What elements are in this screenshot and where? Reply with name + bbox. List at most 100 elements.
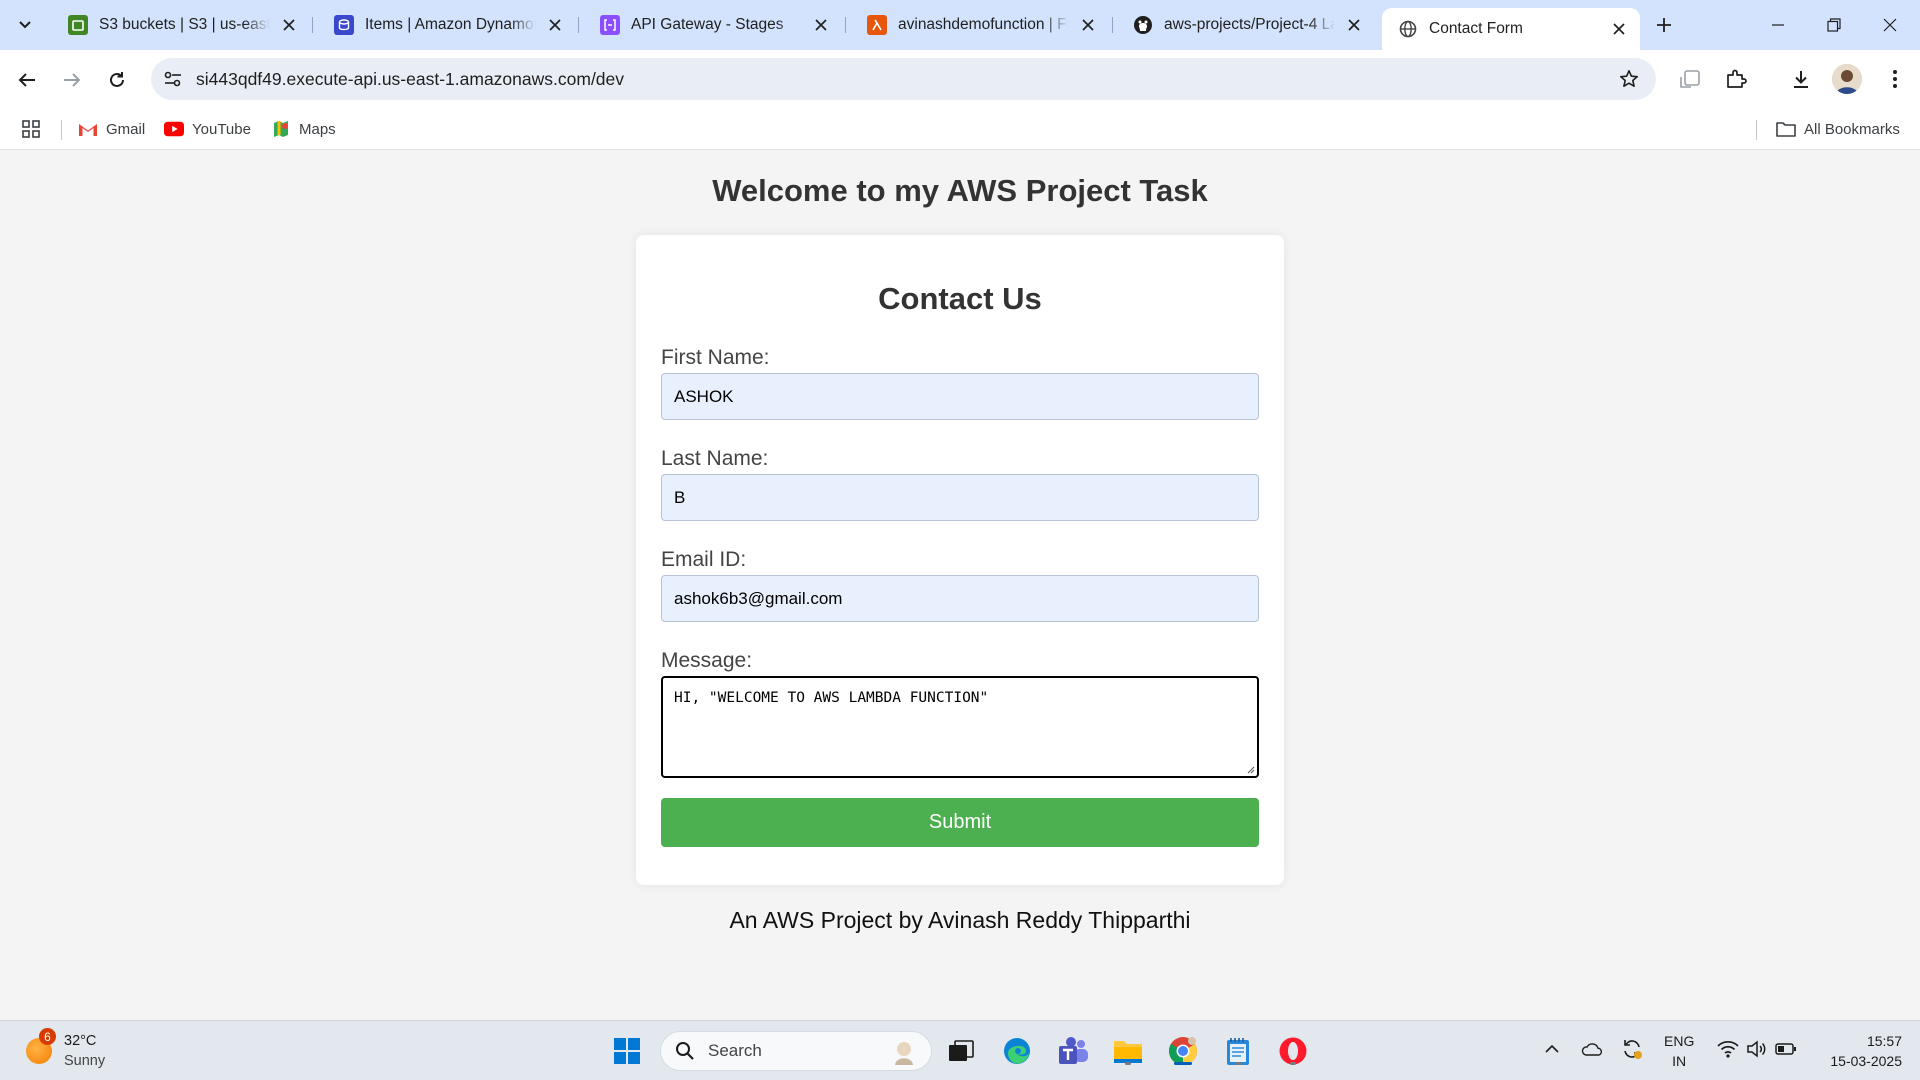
taskbar-edge[interactable] bbox=[999, 1033, 1035, 1069]
tab-lambda-function[interactable]: avinashdemofunction | Functions bbox=[851, 8, 1109, 42]
bookmarks-bar: Gmail YouTube Maps All Bookmarks bbox=[0, 108, 1920, 150]
message-label: Message: bbox=[661, 649, 753, 672]
tab-dynamodb-items[interactable]: Items | Amazon DynamoDB bbox=[318, 8, 576, 42]
search-highlight-icon bbox=[895, 1042, 913, 1065]
first-name-input[interactable]: ASHOK bbox=[661, 373, 1259, 420]
back-button[interactable] bbox=[12, 65, 42, 95]
s3-icon bbox=[68, 15, 88, 35]
close-icon[interactable] bbox=[1079, 16, 1097, 34]
email-label: Email ID: bbox=[661, 548, 747, 571]
clock-time: 15:57 bbox=[1866, 1033, 1902, 1049]
folder-icon bbox=[1776, 120, 1796, 138]
download-icon bbox=[1794, 71, 1808, 88]
cast-button[interactable] bbox=[1675, 64, 1705, 94]
forward-button[interactable] bbox=[57, 65, 87, 95]
battery-button[interactable] bbox=[1772, 1035, 1800, 1063]
folder-icon bbox=[1114, 1041, 1142, 1063]
tab-divider bbox=[312, 17, 313, 33]
page-content: Welcome to my AWS Project Task Contact U… bbox=[0, 151, 1920, 1021]
tab-api-gateway-stages[interactable]: API Gateway - Stages bbox=[584, 8, 842, 42]
kebab-menu-icon bbox=[1893, 70, 1897, 88]
start-button[interactable] bbox=[609, 1033, 645, 1069]
tab-s3-buckets[interactable]: S3 buckets | S3 | us-east-1 bbox=[52, 8, 310, 42]
email-input[interactable]: ashok6b3@gmail.com bbox=[661, 575, 1259, 622]
tab-github-project[interactable]: aws-projects/Project-4 Lambda bbox=[1117, 8, 1375, 42]
input-language-indicator[interactable]: ENG IN bbox=[1664, 1031, 1694, 1071]
globe-icon bbox=[1398, 19, 1418, 39]
close-icon[interactable] bbox=[546, 16, 564, 34]
bookmark-label: Maps bbox=[299, 120, 336, 138]
all-bookmarks-label: All Bookmarks bbox=[1804, 120, 1900, 138]
taskbar-teams[interactable] bbox=[1055, 1033, 1091, 1069]
edge-icon bbox=[1004, 1038, 1030, 1064]
contact-form-card: Contact Us First Name: ASHOK Last Name: … bbox=[636, 235, 1284, 885]
taskbar-notepad[interactable] bbox=[1220, 1033, 1256, 1069]
close-icon[interactable] bbox=[812, 16, 830, 34]
avatar-icon bbox=[1832, 64, 1862, 94]
bookmark-youtube[interactable]: YouTube bbox=[164, 116, 251, 142]
close-icon[interactable] bbox=[1610, 20, 1628, 38]
close-window-button[interactable] bbox=[1862, 0, 1918, 50]
submit-button[interactable]: Submit bbox=[661, 798, 1259, 847]
tab-title: aws-projects/Project-4 Lambda bbox=[1164, 16, 1335, 33]
resize-handle-icon[interactable] bbox=[1246, 765, 1255, 774]
extensions-button[interactable] bbox=[1721, 64, 1751, 94]
bookmarks-divider bbox=[1756, 120, 1757, 140]
close-icon[interactable] bbox=[280, 16, 298, 34]
weather-widget[interactable]: 6 32°C Sunny bbox=[26, 1028, 106, 1071]
tab-contact-form[interactable]: Contact Form bbox=[1382, 8, 1640, 50]
tab-divider bbox=[845, 17, 846, 33]
bookmark-label: YouTube bbox=[192, 120, 251, 138]
restore-icon bbox=[1827, 18, 1841, 32]
message-textarea[interactable]: HI, "WELCOME TO AWS LAMBDA FUNCTION" bbox=[661, 676, 1259, 778]
tab-title: avinashdemofunction | Functions bbox=[898, 16, 1069, 33]
bookmark-star-icon[interactable] bbox=[1618, 68, 1640, 90]
downloads-button[interactable] bbox=[1786, 64, 1816, 94]
last-name-input[interactable]: B bbox=[661, 474, 1259, 521]
restore-button[interactable] bbox=[1806, 0, 1862, 50]
taskbar-file-explorer[interactable] bbox=[1110, 1033, 1146, 1069]
bookmark-maps[interactable]: Maps bbox=[271, 116, 336, 142]
apps-button[interactable] bbox=[21, 116, 49, 142]
taskbar-chrome[interactable] bbox=[1165, 1033, 1201, 1069]
weather-temp: 32°C bbox=[64, 1033, 97, 1049]
bookmark-gmail[interactable]: Gmail bbox=[78, 116, 145, 142]
new-tab-button[interactable] bbox=[1650, 11, 1678, 39]
github-icon bbox=[1133, 15, 1153, 35]
network-button[interactable] bbox=[1714, 1035, 1742, 1063]
tab-title: API Gateway - Stages bbox=[631, 16, 784, 33]
apps-grid-icon bbox=[21, 120, 41, 138]
site-settings-icon[interactable] bbox=[161, 68, 185, 90]
task-view-button[interactable] bbox=[943, 1033, 979, 1069]
address-bar[interactable]: si443qdf49.execute-api.us-east-1.amazona… bbox=[151, 58, 1656, 100]
running-indicator bbox=[1125, 1062, 1131, 1065]
forward-arrow-icon bbox=[64, 73, 81, 87]
profile-avatar[interactable] bbox=[1832, 64, 1862, 94]
weather-condition: Sunny bbox=[64, 1053, 106, 1069]
volume-button[interactable] bbox=[1743, 1035, 1771, 1063]
tab-divider bbox=[1112, 17, 1113, 33]
all-bookmarks-button[interactable]: All Bookmarks bbox=[1776, 116, 1900, 142]
onedrive-button[interactable] bbox=[1578, 1035, 1606, 1063]
url-text[interactable]: si443qdf49.execute-api.us-east-1.amazona… bbox=[196, 69, 624, 90]
tab-search-button[interactable] bbox=[11, 11, 39, 39]
maps-icon bbox=[271, 120, 291, 138]
region-code: IN bbox=[1672, 1053, 1687, 1069]
close-icon[interactable] bbox=[1345, 16, 1363, 34]
taskbar-opera[interactable] bbox=[1275, 1033, 1311, 1069]
sync-status-button[interactable] bbox=[1618, 1035, 1646, 1063]
taskbar-search[interactable]: Search bbox=[660, 1031, 932, 1071]
reload-button[interactable] bbox=[102, 65, 132, 95]
chrome-menu-button[interactable] bbox=[1880, 64, 1910, 94]
notification-badge: 6 bbox=[39, 1028, 56, 1045]
minimize-button[interactable] bbox=[1750, 0, 1806, 50]
system-clock[interactable]: 15:57 15-03-2025 bbox=[1812, 1031, 1902, 1071]
task-view-icon bbox=[949, 1040, 974, 1061]
teams-icon bbox=[1059, 1037, 1088, 1064]
search-placeholder: Search bbox=[708, 1041, 762, 1060]
chevron-down-icon bbox=[19, 21, 31, 29]
show-hidden-icons-button[interactable] bbox=[1538, 1035, 1566, 1063]
speaker-icon bbox=[1747, 1040, 1766, 1058]
tab-title: S3 buckets | S3 | us-east-1 bbox=[99, 16, 270, 33]
gmail-icon bbox=[78, 120, 98, 138]
